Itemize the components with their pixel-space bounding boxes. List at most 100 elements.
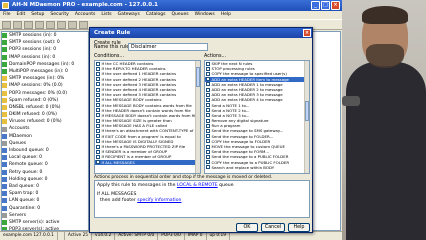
- tree-item[interactable]: Retry queue: 0: [2, 169, 88, 176]
- maximize-icon[interactable]: □: [321, 1, 330, 10]
- menu-accounts[interactable]: Accounts: [75, 11, 96, 19]
- conditions-list[interactable]: If the CC HEADER contains If the REPLY-TO…: [94, 60, 201, 174]
- action-item-checkbox[interactable]: [206, 123, 210, 128]
- tree-item[interactable]: Local queue: 0: [2, 154, 88, 161]
- actions-list[interactable]: SKIP the next N rules STOP processing rul…: [204, 60, 310, 174]
- action-item-checkbox[interactable]: [206, 165, 210, 170]
- condition-item-checkbox[interactable]: [96, 87, 100, 92]
- tree-item[interactable]: Accounts: [2, 125, 88, 132]
- tree-item[interactable]: Bad queue: 0: [2, 183, 88, 190]
- menu-file[interactable]: File: [3, 11, 11, 19]
- action-item-checkbox[interactable]: [206, 61, 210, 66]
- tree-item[interactable]: Servers: [2, 212, 88, 219]
- action-item-checkbox[interactable]: [206, 144, 210, 149]
- action-item-checkbox[interactable]: [206, 160, 210, 165]
- condition-item-checkbox[interactable]: [96, 144, 100, 149]
- menu-gateways[interactable]: Gateways: [118, 11, 140, 19]
- condition-item-checkbox[interactable]: [96, 77, 100, 82]
- tree-item[interactable]: SMTP server(s): active: [2, 219, 88, 226]
- rule-name-input[interactable]: Disclaimer: [128, 43, 208, 51]
- toolbar-button[interactable]: [2, 21, 11, 29]
- condition-item-checkbox[interactable]: [96, 82, 100, 87]
- tree-item[interactable]: IMAP sessions: 0% (0.0): [2, 82, 88, 89]
- action-item-checkbox[interactable]: [206, 92, 210, 97]
- toolbar-button[interactable]: [46, 21, 55, 29]
- window-titlebar[interactable]: AH-N MDaemon PRO - example.com - 127.0.0…: [0, 0, 342, 11]
- condition-item-checkbox[interactable]: [96, 92, 100, 97]
- toolbar-button[interactable]: [24, 21, 33, 29]
- menu-help[interactable]: Help: [221, 11, 231, 19]
- dialog-close-icon[interactable]: ×: [303, 29, 311, 37]
- action-item[interactable]: Search and replace within BODY: [205, 165, 309, 170]
- tree-item[interactable]: Queues: [2, 140, 88, 147]
- toolbar-button[interactable]: [57, 21, 66, 29]
- action-item-checkbox[interactable]: [206, 108, 210, 113]
- toolbar-button[interactable]: [35, 21, 44, 29]
- toolbar-button[interactable]: [79, 21, 88, 29]
- menu-windows[interactable]: Windows: [195, 11, 215, 19]
- condition-item-checkbox[interactable]: [96, 129, 100, 134]
- condition-item[interactable]: If ALL MESSAGES: [95, 159, 200, 165]
- tree-item[interactable]: Spam trap: 0: [2, 190, 88, 197]
- tree-item[interactable]: SMTP messages (in): 0%: [2, 75, 88, 82]
- close-icon[interactable]: ×: [331, 1, 340, 10]
- tree-item[interactable]: POP3 messages: 0% (0.0): [2, 90, 88, 97]
- condition-item-checkbox[interactable]: [96, 154, 100, 159]
- minimize-icon[interactable]: _: [311, 1, 320, 10]
- condition-item-checkbox[interactable]: [96, 61, 100, 66]
- tree-item[interactable]: DKIM refused: 0 (0%): [2, 111, 88, 118]
- menu-setup[interactable]: Setup: [31, 11, 44, 19]
- tree-item[interactable]: SMTP sessions (in): 0: [2, 32, 88, 39]
- tree-item[interactable]: LAN queue: 0: [2, 197, 88, 204]
- condition-item-checkbox[interactable]: [96, 97, 100, 102]
- action-item-checkbox[interactable]: [206, 103, 210, 108]
- condition-item-checkbox[interactable]: [96, 113, 100, 118]
- tree-item[interactable]: SMTP sessions (out): 0: [2, 39, 88, 46]
- condition-item-checkbox[interactable]: [96, 149, 100, 154]
- action-item-checkbox[interactable]: [206, 66, 210, 71]
- specify-information-link[interactable]: specify information: [137, 198, 181, 203]
- menu-edit[interactable]: Edit: [17, 11, 26, 19]
- toolbar-button[interactable]: [13, 21, 22, 29]
- action-item-checkbox[interactable]: [206, 113, 210, 118]
- help-button[interactable]: Help: [288, 223, 310, 232]
- condition-item-checkbox[interactable]: [96, 160, 100, 165]
- toolbar-button[interactable]: [68, 21, 77, 29]
- cancel-button[interactable]: Cancel: [261, 223, 285, 232]
- ok-button[interactable]: OK: [236, 223, 258, 232]
- action-item-checkbox[interactable]: [206, 129, 210, 134]
- condition-item-checkbox[interactable]: [96, 139, 100, 144]
- tree-item[interactable]: POP3 sessions (in): 0: [2, 46, 88, 53]
- menu-security[interactable]: Security: [50, 11, 68, 19]
- tree-item[interactable]: IMAP sessions (in): 0: [2, 54, 88, 61]
- action-item-checkbox[interactable]: [206, 77, 210, 82]
- action-item-checkbox[interactable]: [206, 87, 210, 92]
- tree-item[interactable]: MultiPOP messages (in): 0: [2, 68, 88, 75]
- conditions-scrollbar[interactable]: [195, 61, 200, 173]
- tree-item[interactable]: Holding queue: 0: [2, 176, 88, 183]
- tree-item[interactable]: MDaemon: [2, 133, 88, 140]
- tree-item[interactable]: Viruses refused: 0 (0%): [2, 118, 88, 125]
- queue-link[interactable]: LOCAL & REMOTE: [177, 183, 218, 188]
- action-item-checkbox[interactable]: [206, 139, 210, 144]
- condition-item-checkbox[interactable]: [96, 66, 100, 71]
- action-item-checkbox[interactable]: [206, 97, 210, 102]
- tree-item[interactable]: Inbound queue: 0: [2, 147, 88, 154]
- condition-item-checkbox[interactable]: [96, 71, 100, 76]
- action-item-checkbox[interactable]: [206, 118, 210, 123]
- condition-item-checkbox[interactable]: [96, 118, 100, 123]
- action-item-checkbox[interactable]: [206, 154, 210, 159]
- condition-item-checkbox[interactable]: [96, 108, 100, 113]
- menu-catalogs[interactable]: Catalogs: [146, 11, 166, 19]
- action-item-checkbox[interactable]: [206, 149, 210, 154]
- tree-item[interactable]: DNSBL refused: 0 (0%): [2, 104, 88, 111]
- condition-item-checkbox[interactable]: [96, 123, 100, 128]
- action-item-checkbox[interactable]: [206, 71, 210, 76]
- tree-item[interactable]: Remote queue: 0: [2, 161, 88, 168]
- condition-item-checkbox[interactable]: [96, 103, 100, 108]
- action-item-checkbox[interactable]: [206, 134, 210, 139]
- menu-queues[interactable]: Queues: [171, 11, 188, 19]
- tree-item[interactable]: DomainPOP messages (in): 0: [2, 61, 88, 68]
- dialog-titlebar[interactable]: Create Rule ×: [90, 28, 312, 38]
- action-item-checkbox[interactable]: [206, 82, 210, 87]
